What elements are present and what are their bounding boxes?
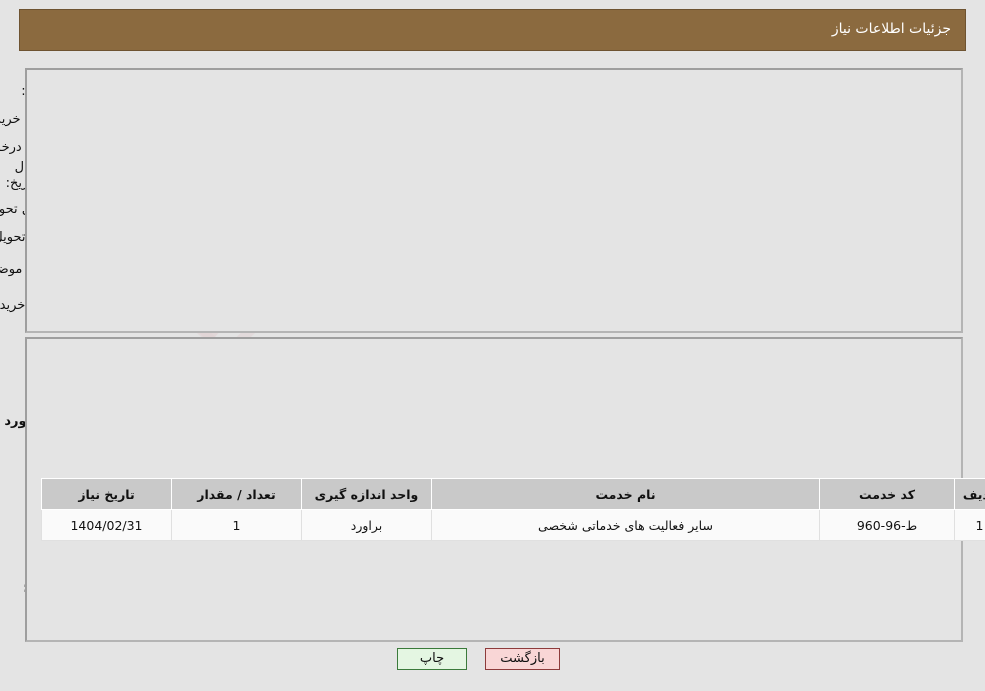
- page-title: جزئیات اطلاعات نیاز: [831, 21, 951, 37]
- cell-service-name: سایر فعالیت های خدماتی شخصی: [431, 509, 820, 541]
- table-row: 1 ط-96-960 سایر فعالیت های خدماتی شخصی ب…: [41, 509, 985, 541]
- cell-unit: براورد: [301, 509, 432, 541]
- th-need-date: تاریخ نیاز: [41, 478, 172, 510]
- th-row: ردیف: [954, 478, 985, 510]
- cell-service-code: ط-96-960: [819, 509, 955, 541]
- need-summary-panel: [25, 68, 963, 333]
- th-unit: واحد اندازه گیری: [301, 478, 432, 510]
- th-service-name: نام خدمت: [431, 478, 820, 510]
- page-root: AnaTender.net جزئیات اطلاعات نیاز شماره …: [0, 0, 985, 691]
- cell-quantity: 1: [171, 509, 302, 541]
- print-button[interactable]: چاپ: [397, 648, 467, 670]
- back-button[interactable]: بازگشت: [485, 648, 560, 670]
- th-service-code: کد خدمت: [819, 478, 955, 510]
- th-quantity: تعداد / مقدار: [171, 478, 302, 510]
- page-header-bar: جزئیات اطلاعات نیاز: [19, 9, 966, 51]
- cell-need-date: 1404/02/31: [41, 509, 172, 541]
- table-header-row: ردیف کد خدمت نام خدمت واحد اندازه گیری ت…: [41, 478, 985, 510]
- cell-row: 1: [954, 509, 985, 541]
- services-table: ردیف کد خدمت نام خدمت واحد اندازه گیری ت…: [41, 478, 985, 541]
